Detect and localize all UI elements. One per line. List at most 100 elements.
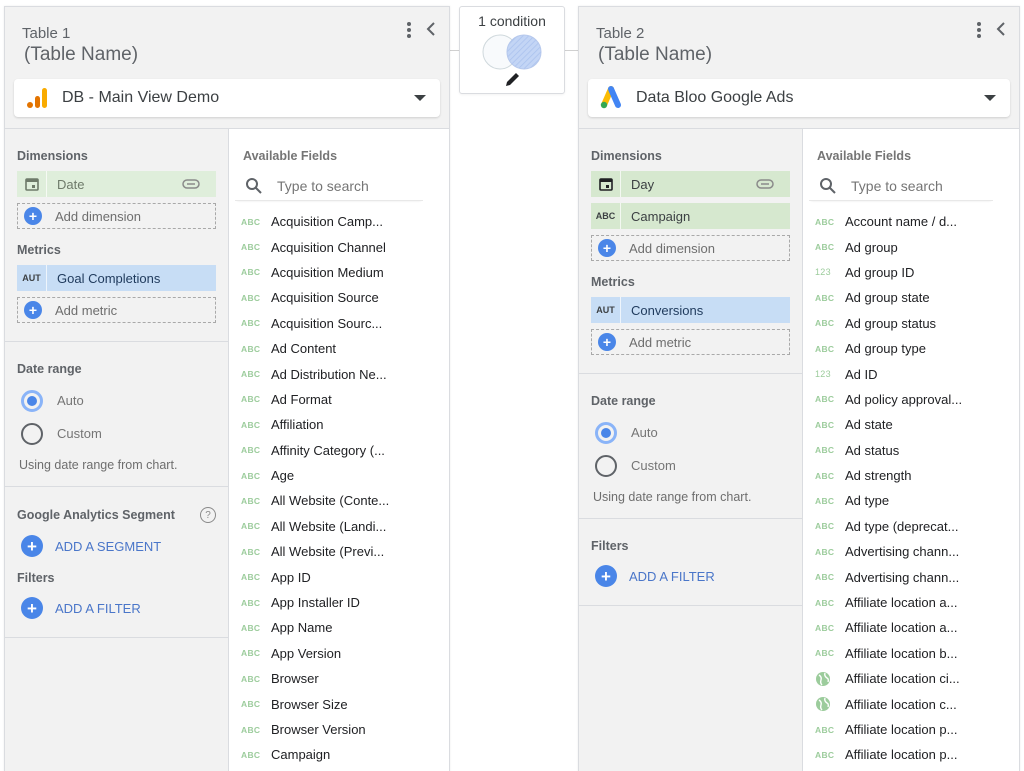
calendar-icon <box>17 171 47 197</box>
dimensions-metrics-section: Dimensions Day ABC Campaign + Add dimens… <box>579 129 802 374</box>
globe-icon <box>815 671 845 687</box>
field-item[interactable]: ABC All Website (Conte... <box>229 488 449 513</box>
table-name[interactable]: (Table Name) <box>24 44 138 66</box>
table-body: Dimensions Day ABC Campaign + Add dimens… <box>579 128 1019 771</box>
field-item[interactable]: ABC Ad strength <box>803 463 1019 488</box>
text-type-icon: ABC <box>815 394 835 405</box>
radio-selected-icon <box>595 421 617 444</box>
more-options-icon[interactable] <box>402 19 416 41</box>
field-item[interactable]: ABC Browser Size <box>229 691 449 716</box>
field-item[interactable]: ABC App Version <box>229 641 449 666</box>
field-search-input[interactable] <box>277 177 417 194</box>
data-source-select[interactable]: Data Bloo Google Ads <box>588 79 1010 117</box>
text-type-icon: ABC <box>815 292 835 303</box>
field-item[interactable]: ABC Ad policy approval... <box>803 387 1019 412</box>
venn-diagram-icon <box>482 34 542 70</box>
field-item[interactable]: ABC Ad type <box>803 488 1019 513</box>
field-item[interactable]: ABC Acquisition Sourc... <box>229 311 449 336</box>
field-item[interactable]: ABC Affiliation <box>229 412 449 437</box>
text-type-icon: ABC <box>241 495 261 506</box>
date-range-auto-radio[interactable]: Auto <box>17 384 216 417</box>
field-item[interactable]: ABC Ad group type <box>803 336 1019 361</box>
field-item[interactable]: ABC App ID <box>229 564 449 589</box>
more-options-icon[interactable] <box>972 19 986 41</box>
field-item[interactable]: ABC Account name / d... <box>803 209 1019 234</box>
add-segment-button[interactable]: + ADD A SEGMENT <box>17 531 216 561</box>
text-type-icon: ABC <box>815 343 835 354</box>
field-list: ABC Account name / d... ABC Ad group 123 Ad g… <box>803 209 1019 768</box>
table-name[interactable]: (Table Name) <box>598 44 712 66</box>
field-name: App ID <box>271 569 311 585</box>
field-item[interactable]: ABC Advertising chann... <box>803 539 1019 564</box>
plus-icon: + <box>24 207 42 225</box>
field-search-input[interactable] <box>851 177 991 194</box>
field-item[interactable]: ABC Affiliate location p... <box>803 717 1019 742</box>
add-filter-button[interactable]: + ADD A FILTER <box>17 593 216 623</box>
field-name: Affiliate location ci... <box>845 671 960 687</box>
radio-unselected-icon <box>21 422 43 445</box>
field-item[interactable]: ABC Ad status <box>803 438 1019 463</box>
field-name: Affinity Category (... <box>271 442 385 458</box>
join-condition-button[interactable]: 1 condition <box>459 6 565 94</box>
table-panel-1: Table 1 (Table Name) DB - Main View Demo… <box>4 6 450 771</box>
field-item[interactable]: ABC All Website (Previ... <box>229 539 449 564</box>
date-range-custom-radio[interactable]: Custom <box>591 449 790 482</box>
link-icon[interactable] <box>756 177 774 192</box>
field-name: Ad strength <box>845 468 912 484</box>
metric-chip[interactable]: AUT Conversions <box>591 297 790 323</box>
help-icon[interactable]: ? <box>200 507 216 523</box>
field-item[interactable]: ABC Age <box>229 463 449 488</box>
field-item[interactable]: ABC Ad Format <box>229 387 449 412</box>
field-item[interactable]: ABC Acquisition Medium <box>229 260 449 285</box>
field-item[interactable]: ABC Affinity Category (... <box>229 438 449 463</box>
field-item[interactable]: ABC All Website (Landi... <box>229 514 449 539</box>
field-item[interactable]: ABC Ad group state <box>803 285 1019 310</box>
field-item[interactable]: ABC App Name <box>229 615 449 640</box>
add-dimension-button[interactable]: + Add dimension <box>591 235 790 261</box>
field-item[interactable]: ABC Browser Version <box>229 717 449 742</box>
collapse-chevron-icon[interactable] <box>991 17 1011 41</box>
date-range-section: Date range Auto Custom Using date range … <box>5 342 228 487</box>
dimension-chip[interactable]: Day <box>591 171 790 197</box>
field-item[interactable]: 123 Ad group ID <box>803 260 1019 285</box>
field-item[interactable]: ABC Ad state <box>803 412 1019 437</box>
field-item[interactable]: Affiliate location ci... <box>803 666 1019 691</box>
field-item[interactable]: ABC Advertising chann... <box>803 564 1019 589</box>
date-range-auto-radio[interactable]: Auto <box>591 416 790 449</box>
dimension-chip[interactable]: ABC Campaign <box>591 203 790 229</box>
radio-label: Custom <box>57 426 102 441</box>
pencil-icon[interactable] <box>503 69 523 89</box>
field-item[interactable]: ABC Ad group status <box>803 311 1019 336</box>
field-item[interactable]: Affiliate location c... <box>803 691 1019 716</box>
text-type-icon: ABC <box>241 521 261 532</box>
add-dimension-button[interactable]: + Add dimension <box>17 203 216 229</box>
field-item[interactable]: ABC Ad type (deprecat... <box>803 514 1019 539</box>
field-item[interactable]: ABC Ad group <box>803 234 1019 259</box>
field-item[interactable]: ABC Acquisition Channel <box>229 234 449 259</box>
field-name: Ad ID <box>845 366 878 382</box>
metric-chip[interactable]: AUT Goal Completions <box>17 265 216 291</box>
field-item[interactable]: 123 Ad ID <box>803 361 1019 386</box>
add-metric-button[interactable]: + Add metric <box>17 297 216 323</box>
field-item[interactable]: ABC Acquisition Source <box>229 285 449 310</box>
field-item[interactable]: ABC Ad Content <box>229 336 449 361</box>
date-range-custom-radio[interactable]: Custom <box>17 417 216 450</box>
text-type-icon: ABC <box>241 419 261 430</box>
add-filter-button[interactable]: + ADD A FILTER <box>591 561 790 591</box>
add-metric-button[interactable]: + Add metric <box>591 329 790 355</box>
field-name: Ad Content <box>271 341 337 357</box>
dimension-chip[interactable]: Date <box>17 171 216 197</box>
field-item[interactable]: ABC Campaign <box>229 742 449 767</box>
data-source-select[interactable]: DB - Main View Demo <box>14 79 440 117</box>
field-item[interactable]: ABC Affiliate location a... <box>803 615 1019 640</box>
field-item[interactable]: ABC Affiliate location p... <box>803 742 1019 767</box>
field-item[interactable]: ABC Ad Distribution Ne... <box>229 361 449 386</box>
link-icon[interactable] <box>182 177 200 192</box>
field-item[interactable]: ABC Browser <box>229 666 449 691</box>
field-item[interactable]: ABC Affiliate location a... <box>803 590 1019 615</box>
collapse-chevron-icon[interactable] <box>421 17 441 41</box>
field-item[interactable]: ABC App Installer ID <box>229 590 449 615</box>
text-type-icon: ABC <box>241 572 261 583</box>
field-item[interactable]: ABC Affiliate location b... <box>803 641 1019 666</box>
field-item[interactable]: ABC Acquisition Camp... <box>229 209 449 234</box>
